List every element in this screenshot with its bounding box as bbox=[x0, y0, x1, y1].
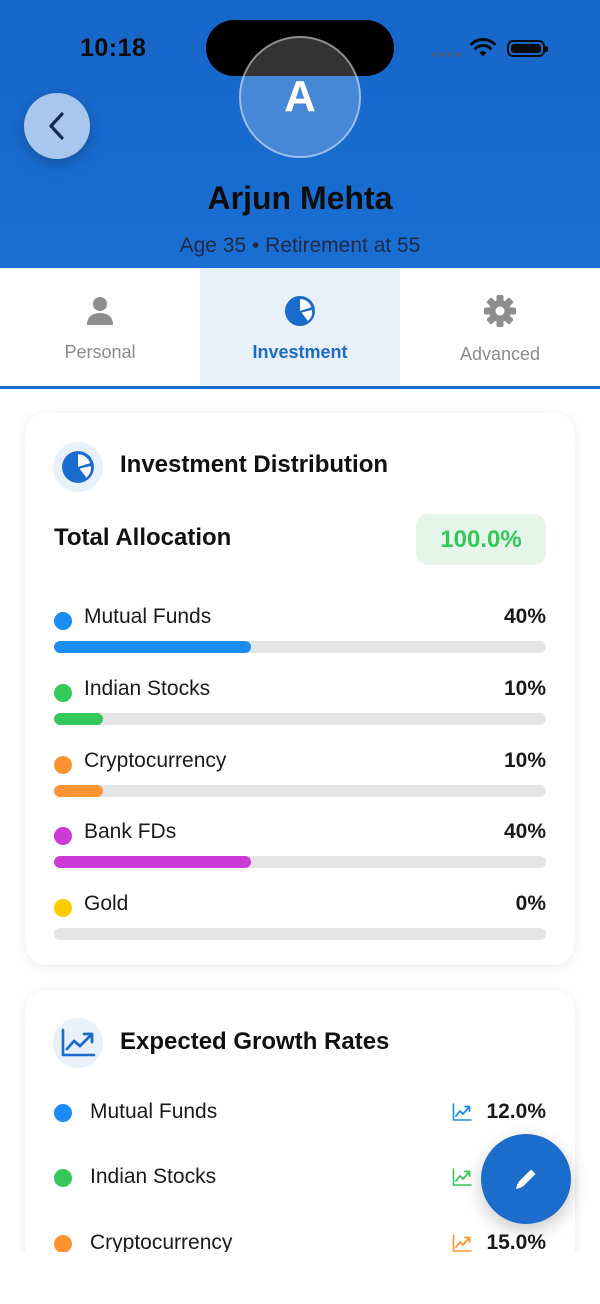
legend-dot bbox=[54, 1169, 72, 1187]
tab-personal[interactable]: Personal bbox=[0, 268, 200, 386]
growth-label: Mutual Funds bbox=[90, 1100, 218, 1123]
legend-dot bbox=[54, 827, 72, 845]
legend-dot bbox=[54, 1104, 72, 1122]
investment-distribution-card: Investment Distribution Total Allocation… bbox=[25, 413, 575, 965]
allocation-row: Indian Stocks 10% bbox=[54, 675, 546, 725]
trending-up-icon bbox=[61, 1028, 96, 1057]
legend-dot bbox=[54, 1235, 72, 1253]
legend-dot bbox=[54, 612, 72, 630]
allocation-percent: 40% bbox=[503, 605, 546, 628]
allocation-label: Cryptocurrency bbox=[84, 749, 227, 772]
profile-header: 10:18 A Arjun Mehta Age 35 • Retirement … bbox=[0, 0, 600, 268]
tab-bar: Personal Investment Advanced bbox=[0, 268, 600, 389]
chevron-left-icon bbox=[49, 112, 64, 140]
allocation-bar bbox=[54, 856, 251, 868]
allocation-label: Indian Stocks bbox=[84, 677, 211, 700]
card-title: Investment Distribution bbox=[120, 451, 389, 478]
allocation-track bbox=[54, 713, 546, 725]
allocation-track bbox=[54, 856, 546, 868]
tab-advanced[interactable]: Advanced bbox=[400, 268, 600, 386]
pie-chart-icon bbox=[62, 451, 94, 483]
allocation-bar bbox=[54, 713, 104, 725]
status-time: 10:18 bbox=[80, 34, 147, 62]
avatar: A bbox=[239, 36, 361, 158]
pie-chart-icon bbox=[285, 296, 315, 326]
edit-fab-button[interactable] bbox=[481, 1134, 571, 1224]
card-icon-wrap bbox=[53, 1018, 103, 1068]
trending-up-icon bbox=[452, 1234, 472, 1252]
tab-label: Advanced bbox=[459, 344, 541, 364]
cellular-signal-icon bbox=[432, 49, 462, 57]
battery-icon bbox=[507, 40, 548, 57]
trending-up-icon bbox=[452, 1168, 472, 1186]
person-icon bbox=[87, 297, 113, 325]
legend-dot bbox=[54, 899, 72, 917]
allocation-track bbox=[54, 641, 546, 653]
legend-dot bbox=[54, 756, 72, 774]
allocation-label: Mutual Funds bbox=[84, 605, 212, 628]
profile-subtitle: Age 35 • Retirement at 55 bbox=[179, 234, 421, 257]
legend-dot bbox=[54, 684, 72, 702]
wifi-icon bbox=[470, 38, 496, 57]
trending-up-icon bbox=[452, 1103, 472, 1121]
allocation-percent: 10% bbox=[503, 677, 546, 700]
allocation-row: Gold 0% bbox=[54, 890, 546, 940]
card-icon-wrap bbox=[53, 442, 103, 492]
growth-row[interactable]: Indian Stocks bbox=[54, 1157, 546, 1197]
card-title: Expected Growth Rates bbox=[120, 1028, 390, 1055]
tab-investment[interactable]: Investment bbox=[200, 268, 400, 386]
allocation-bar bbox=[54, 785, 104, 797]
back-button[interactable] bbox=[24, 93, 90, 159]
tab-label: Investment bbox=[252, 342, 348, 362]
profile-name: Arjun Mehta bbox=[207, 180, 393, 216]
bottom-safe-area bbox=[0, 1252, 600, 1304]
allocation-track bbox=[54, 928, 546, 940]
allocation-label: Bank FDs bbox=[84, 820, 177, 843]
total-allocation-label: Total Allocation bbox=[54, 524, 232, 551]
allocation-row: Bank FDs 40% bbox=[54, 818, 546, 868]
tab-label: Personal bbox=[64, 342, 136, 362]
allocation-row: Cryptocurrency 10% bbox=[54, 747, 546, 797]
pencil-icon bbox=[516, 1169, 536, 1189]
allocation-label: Gold bbox=[84, 892, 129, 915]
allocation-percent: 10% bbox=[503, 749, 546, 772]
growth-rates-card: Expected Growth Rates Mutual Funds 12.0% I… bbox=[25, 990, 575, 1280]
allocation-row: Mutual Funds 40% bbox=[54, 603, 546, 653]
allocation-track bbox=[54, 785, 546, 797]
growth-label: Indian Stocks bbox=[90, 1165, 217, 1188]
growth-rate: 12.0% bbox=[486, 1100, 546, 1123]
total-allocation-badge: 100.0% bbox=[416, 514, 546, 565]
allocation-percent: 40% bbox=[503, 820, 546, 843]
allocation-percent: 0% bbox=[515, 892, 546, 915]
growth-row[interactable]: Mutual Funds 12.0% bbox=[54, 1092, 546, 1132]
allocation-bar bbox=[54, 641, 251, 653]
gear-icon bbox=[484, 295, 516, 327]
